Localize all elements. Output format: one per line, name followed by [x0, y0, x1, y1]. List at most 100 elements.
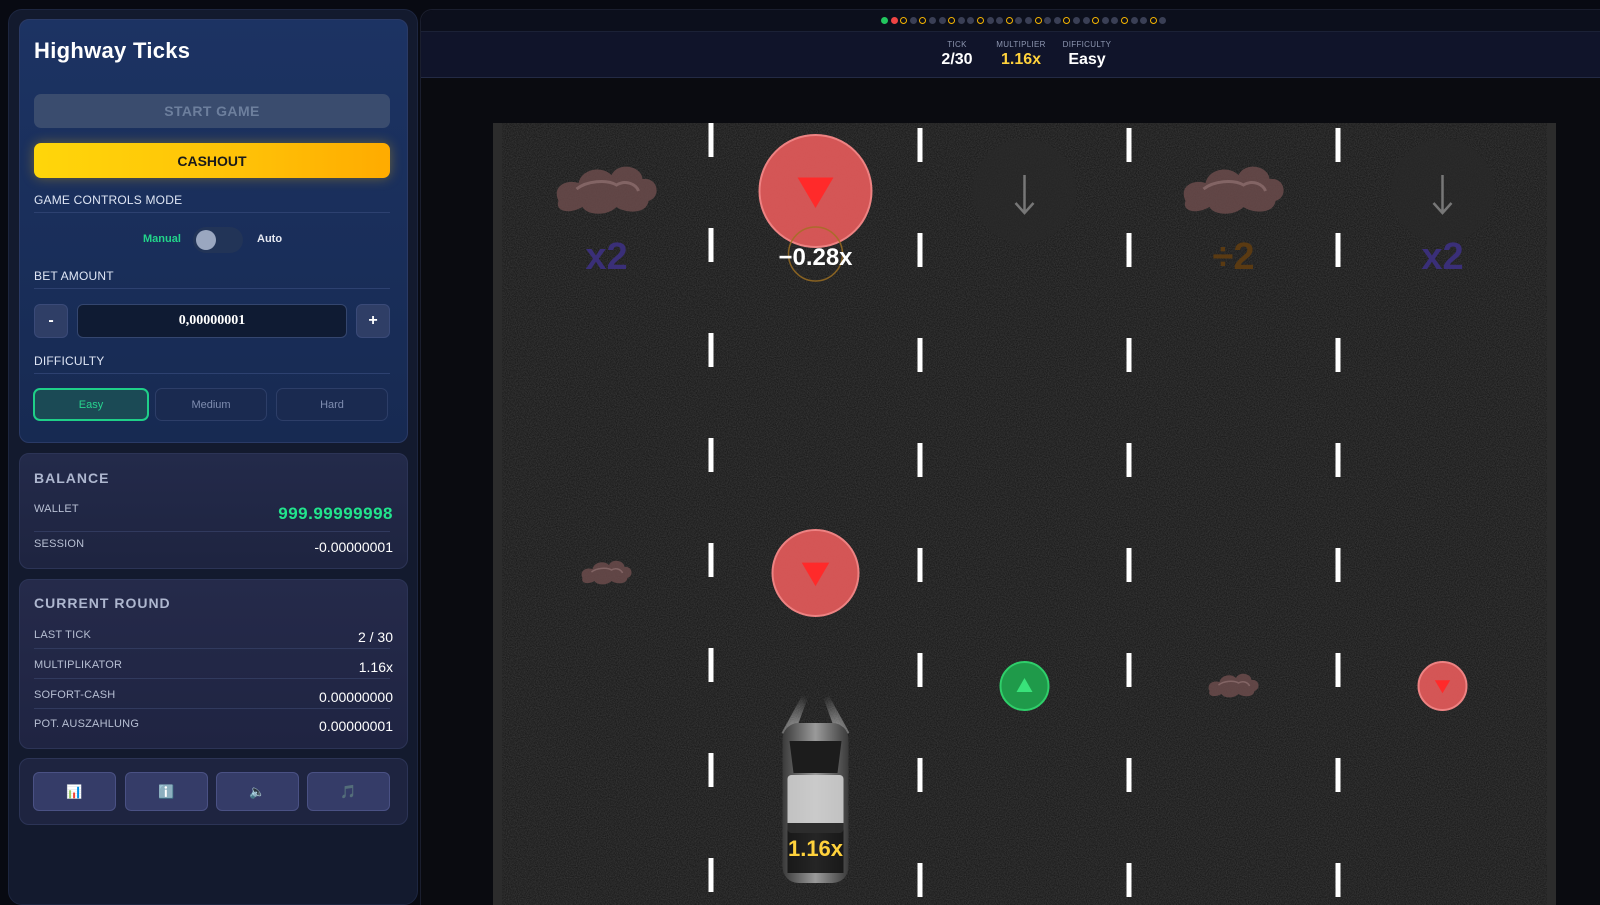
tick-dot-empty — [996, 17, 1004, 24]
start-game-button[interactable]: START GAME — [34, 94, 390, 128]
highway-road[interactable]: x2 −0.28x ÷2 x2 1.16x — [493, 123, 1556, 905]
info-icon: ℹ️ — [158, 783, 175, 799]
tick-dot-pending-gold — [948, 17, 956, 24]
info-button[interactable]: ℹ️ — [125, 772, 208, 811]
hud-tick-label: TICK — [947, 40, 967, 49]
lane-marking — [708, 543, 714, 577]
road-edge-left — [493, 123, 502, 905]
road-edge-right — [1547, 123, 1556, 905]
difficulty-hard-button[interactable]: Hard — [276, 388, 388, 421]
lane-marking — [1335, 233, 1341, 267]
tick-dot-empty — [1015, 17, 1023, 24]
sidebar: Highway Ticks START GAME CASHOUT GAME CO… — [8, 9, 418, 905]
road-layer: x2 −0.28x ÷2 x2 1.16x — [493, 123, 1556, 905]
hud-tick-value: 2/30 — [941, 51, 973, 68]
lane-marking — [1126, 338, 1132, 372]
lane-marking — [917, 233, 923, 267]
tick-dot-empty — [1073, 17, 1080, 24]
lane-marking — [708, 333, 714, 367]
controls-mode-label: GAME CONTROLS MODE — [34, 193, 183, 207]
lane-marking — [917, 653, 923, 687]
lane-marking — [917, 128, 923, 162]
hud-stats: TICK 2/30 MULTIPLIER 1.16x DIFFICULTY Ea… — [421, 32, 1600, 78]
tick-dot-empty — [1130, 17, 1138, 24]
toggle-knob — [196, 230, 216, 250]
tick-dot-pending-gold — [977, 17, 984, 24]
divider — [34, 212, 390, 213]
lane-marking — [1126, 548, 1132, 582]
music-note-icon: 🎵 — [340, 783, 357, 799]
lane-modifier-label: x2 — [585, 236, 627, 278]
mode-toggle-switch[interactable] — [193, 227, 243, 253]
car-multiplier-label: 1.16x — [788, 836, 844, 861]
bet-amount-label: BET AMOUNT — [34, 269, 114, 283]
bet-amount-input[interactable]: 0,00000001 — [77, 304, 347, 338]
lane-marking — [917, 548, 923, 582]
lane-marking — [1126, 653, 1132, 687]
lane-marking — [708, 228, 714, 262]
lane-marking — [1126, 128, 1132, 162]
balance-heading: BALANCE — [34, 470, 110, 486]
tick-dot-pending-gold — [1149, 17, 1157, 24]
tick-dot-pending-gold — [919, 17, 927, 24]
tick-dot-empty — [1111, 17, 1119, 24]
lane-marking — [1335, 548, 1341, 582]
instant-cash-value: 0.00000000 — [319, 689, 393, 705]
tick-dot-pending-gold — [1063, 17, 1071, 24]
hud-multiplier: MULTIPLIER 1.16x — [991, 40, 1051, 69]
lane-marking — [1126, 443, 1132, 477]
mode-toggle-row: Manual Auto — [20, 225, 409, 255]
tick-dot-empty — [967, 17, 975, 24]
tick-dot-empty — [957, 17, 965, 24]
wallet-value: 999.99999998 — [278, 504, 393, 523]
lane-marking — [1335, 653, 1341, 687]
session-value: -0.00000001 — [314, 539, 393, 555]
game-title: Highway Ticks — [34, 38, 191, 63]
last-tick-label: LAST TICK — [34, 629, 92, 641]
session-label: SESSION — [34, 538, 85, 550]
difficulty-easy-button[interactable]: Easy — [33, 388, 149, 421]
tick-dot-won — [881, 17, 888, 24]
lane-modifier-label: x2 — [1421, 236, 1463, 278]
tick-dot-pending-gold — [1121, 17, 1128, 24]
current-round-heading: CURRENT ROUND — [34, 595, 171, 611]
tick-dot-empty — [938, 17, 946, 24]
tick-dot-empty — [986, 17, 994, 24]
tick-dot-empty — [929, 17, 936, 24]
app-root: Highway Ticks START GAME CASHOUT GAME CO… — [0, 0, 1600, 905]
last-tick-value: 2 / 30 — [357, 629, 393, 645]
current-round-panel: CURRENT ROUND LAST TICK 2 / 30 MULTIPLIK… — [19, 579, 408, 749]
bet-decrease-button[interactable]: - — [34, 304, 68, 338]
hud-difficulty-label: DIFFICULTY — [1062, 40, 1112, 49]
divider — [34, 373, 390, 374]
speaker-icon: 🔈 — [249, 783, 266, 799]
lane-marking — [1126, 233, 1132, 267]
multiplier-value: 1.16x — [358, 659, 393, 675]
lane-marking — [1335, 338, 1341, 372]
sound-button[interactable]: 🔈 — [216, 772, 299, 811]
lane-marking — [1335, 758, 1341, 792]
tick-dot-pending-gold — [1034, 17, 1042, 24]
tick-dot-pending-gold — [900, 17, 908, 24]
stats-button[interactable]: 📊 — [33, 772, 116, 811]
divider — [34, 648, 390, 649]
divider — [34, 531, 390, 532]
divider — [34, 678, 390, 679]
music-button[interactable]: 🎵 — [307, 772, 390, 811]
lane-marking — [917, 443, 923, 477]
lane-marking — [917, 758, 923, 792]
hud-difficulty-value: Easy — [1068, 51, 1106, 68]
mode-auto-label[interactable]: Auto — [257, 233, 282, 245]
cashout-button[interactable]: CASHOUT — [34, 143, 390, 178]
bet-increase-button[interactable]: + — [356, 304, 390, 338]
difficulty-medium-button[interactable]: Medium — [155, 388, 267, 421]
lane-marking — [708, 438, 714, 472]
lane-marking — [917, 863, 923, 897]
tick-dot-empty — [1159, 17, 1167, 24]
game-area: TICK 2/30 MULTIPLIER 1.16x DIFFICULTY Ea… — [420, 9, 1600, 905]
mode-manual-label[interactable]: Manual — [143, 233, 181, 245]
lane-marking — [1335, 863, 1341, 897]
balance-panel: BALANCE WALLET 999.99999998 SESSION -0.0… — [19, 453, 408, 569]
lane-marking — [1335, 128, 1341, 162]
lane-modifier-label: ÷2 — [1213, 236, 1255, 278]
